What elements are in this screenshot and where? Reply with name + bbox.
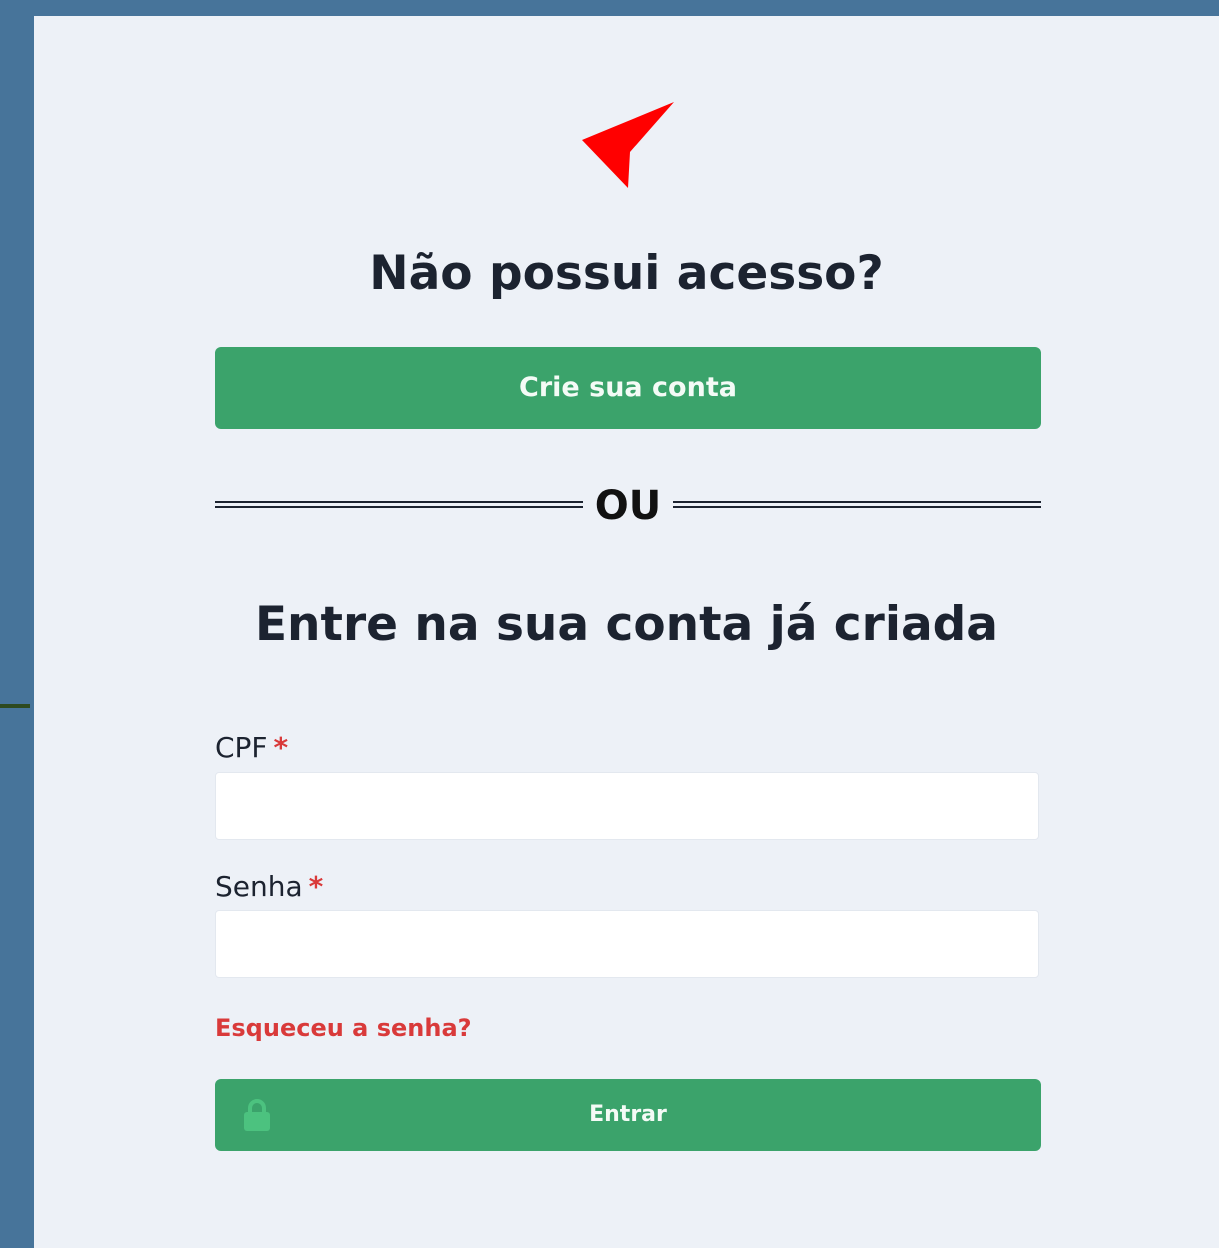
- red-arrow-logo-icon: [582, 102, 674, 188]
- create-account-button[interactable]: Crie sua conta: [215, 347, 1041, 429]
- cpf-input[interactable]: [215, 772, 1039, 840]
- background-divider-line: [0, 704, 30, 708]
- login-button[interactable]: Entrar: [215, 1079, 1041, 1151]
- login-button-label: Entrar: [589, 1102, 667, 1127]
- senha-label-text: Senha: [215, 870, 303, 903]
- login-heading: Entre na sua conta já criada: [254, 597, 999, 652]
- password-input[interactable]: [215, 910, 1039, 978]
- cpf-label-text: CPF: [215, 731, 268, 764]
- or-divider: OU: [215, 484, 1041, 528]
- login-panel: Não possui acesso? Crie sua conta OU Ent…: [34, 16, 1219, 1248]
- senha-required-mark: *: [308, 870, 324, 903]
- cpf-required-mark: *: [273, 731, 289, 764]
- divider-line-right: [673, 501, 1041, 508]
- divider-line-left: [215, 501, 583, 508]
- senha-label: Senha *: [215, 870, 323, 904]
- forgot-password-link[interactable]: Esqueceu a senha?: [215, 1012, 472, 1044]
- divider-text: OU: [594, 483, 662, 529]
- lock-icon: [244, 1099, 270, 1131]
- cpf-label: CPF *: [215, 731, 288, 765]
- no-access-heading: Não possui acesso?: [369, 246, 884, 301]
